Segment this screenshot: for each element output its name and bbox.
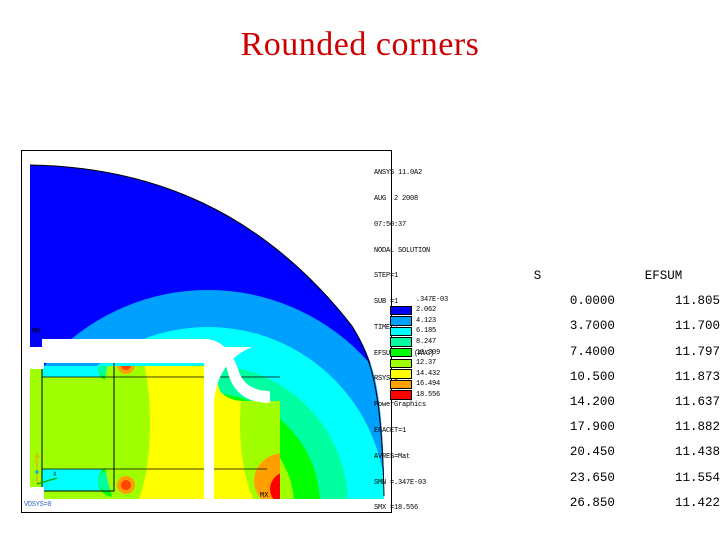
header-line: AUG 2 2008 (374, 194, 419, 203)
legend-value: 10.309 (416, 348, 441, 357)
legend-swatch-light-blue (390, 316, 412, 326)
page-title: Rounded corners (240, 26, 480, 63)
header-line: EFACET=1 (374, 427, 407, 435)
cell-efsum: 11.873 (674, 369, 720, 384)
legend-value: 8.247 (416, 338, 437, 347)
ansys-plot-frame: 1 (21, 150, 392, 513)
cell-s: 23.650 (569, 470, 615, 485)
cell-efsum: 11.438 (674, 445, 720, 460)
cell-s: 14.200 (569, 395, 615, 410)
header-line: SMN =.347E-03 (374, 478, 427, 487)
table-header-row: S EFSUM (498, 264, 720, 289)
header-line: AVRES=Mat (374, 452, 411, 461)
cell-s: 7.4000 (569, 344, 615, 359)
cell-s: 10.500 (569, 369, 615, 384)
cell-efsum: 11.637 (674, 395, 720, 410)
legend-swatch-yellow-green (390, 358, 412, 368)
header-line: SMX =18.556 (374, 504, 419, 513)
cell-s: 17.900 (569, 420, 615, 435)
axis-triad-svg: Y X (33, 452, 58, 485)
legend-swatch-green (390, 347, 412, 358)
legend-row: 4.123 (390, 316, 440, 327)
table-row: 0.0000 11.805 (498, 289, 720, 314)
legend-min-value: .347E-03 (416, 296, 449, 304)
legend-swatch-yellow (390, 369, 412, 379)
legend-value: 16.494 (416, 380, 441, 389)
legend-value: 18.556 (416, 391, 441, 400)
data-table-element: S EFSUM 0.0000 11.805 3.7000 11.700 7.40… (498, 264, 720, 516)
cell-efsum: 11.700 (674, 319, 720, 334)
legend-value: 14.432 (416, 369, 441, 378)
legend-row: 14.432 (390, 369, 440, 380)
header-line: ANSYS 11.0A2 (374, 169, 423, 178)
column-header-efsum: EFSUM (644, 269, 683, 283)
svg-text:Y: Y (33, 459, 37, 466)
table-row: 7.4000 11.797 (498, 340, 720, 365)
cell-efsum: 11.882 (674, 420, 720, 435)
triad-label: VDSYS=0 (24, 501, 52, 509)
header-line: 07:50:37 (374, 220, 407, 229)
legend-row: 6.185 (390, 326, 440, 337)
cell-efsum: 11.797 (674, 344, 720, 359)
legend-value: 2.062 (416, 306, 437, 315)
cell-efsum: 11.554 (674, 470, 720, 485)
legend-swatch-cyan (390, 326, 412, 337)
table-row: 10.500 11.873 (498, 365, 720, 390)
table-row: 20.450 11.438 (498, 440, 720, 465)
legend-row: 8.247 (390, 337, 440, 348)
table-row: 23.650 11.554 (498, 466, 720, 491)
cell-s: 0.0000 (569, 294, 615, 309)
legend-row: 16.494 (390, 379, 440, 390)
header-line: PowerGraphics (374, 401, 427, 410)
legend-swatch-spring-green (390, 337, 412, 347)
header-line: STEP=1 (374, 272, 399, 281)
legend-swatch-blue (390, 305, 412, 315)
cell-s: 20.450 (569, 445, 615, 460)
legend-row: 18.556 (390, 390, 440, 401)
contour-plot-canvas: MN MX (22, 151, 391, 512)
efsum-data-table: S EFSUM 0.0000 11.805 3.7000 11.700 7.40… (498, 264, 720, 516)
table-row: 26.850 11.422 (498, 491, 720, 516)
legend-row: 10.309 (390, 347, 440, 358)
cell-s: 3.7000 (569, 319, 615, 334)
max-marker: MX (260, 492, 269, 500)
svg-text:X: X (53, 471, 57, 478)
legend-row: 12.37 (390, 358, 440, 369)
column-header-s: S (533, 269, 542, 283)
table-row: 3.7000 11.700 (498, 314, 720, 339)
table-row: 14.200 11.637 (498, 390, 720, 415)
legend-value: 6.185 (416, 327, 437, 336)
cell-efsum: 11.805 (674, 294, 720, 309)
cell-s: 26.850 (569, 495, 615, 510)
legend-row: 2.062 (390, 305, 440, 316)
header-line: NODAL SOLUTION (374, 246, 431, 255)
contour-color-legend: .347E-03 2.062 4.123 6.185 8.247 10.309 … (390, 296, 448, 401)
axis-triad: Y X (31, 450, 71, 492)
table-row: 17.900 11.882 (498, 415, 720, 440)
cell-efsum: 11.422 (674, 495, 720, 510)
legend-swatch-red (390, 390, 412, 400)
legend-value: 4.123 (416, 316, 437, 325)
legend-value: 12.37 (416, 359, 437, 368)
contour-plot-svg: MN MX (22, 151, 391, 512)
legend-swatch-orange (390, 379, 412, 390)
min-marker: MN (32, 328, 40, 336)
